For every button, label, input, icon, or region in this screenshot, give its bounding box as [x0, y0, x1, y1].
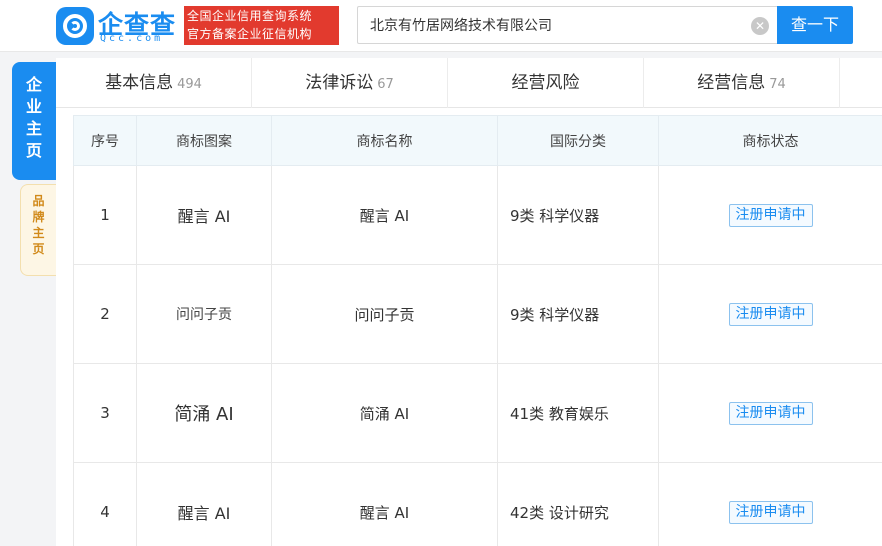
intl-class: 9类 科学仪器 [497, 264, 659, 364]
section-tabs: 基本信息 494 法律诉讼 67 经营风险 经营信息 74 [56, 58, 882, 108]
row-index: 4 [73, 462, 137, 546]
tab-basic-info[interactable]: 基本信息 494 [56, 58, 252, 108]
trademark-name: 问问子贡 [271, 264, 498, 364]
side-tab-brand-home-label: 品牌主页 [32, 194, 45, 256]
trademark-image[interactable]: 醒言 AI [136, 165, 272, 265]
row-index: 2 [73, 264, 137, 364]
header-mark-status: 商标状态 [658, 115, 882, 166]
table-row: 3 简涌 AI 简涌 AI 41类 教育娱乐 注册申请中 [73, 363, 882, 463]
table-row: 1 醒言 AI 醒言 AI 9类 科学仪器 注册申请中 [73, 165, 882, 265]
logo-icon [56, 7, 94, 45]
trademark-table: 序号 商标图案 商标名称 国际分类 商标状态 1 醒言 AI 醒言 AI 9类 … [73, 115, 882, 546]
main-content: 基本信息 494 法律诉讼 67 经营风险 经营信息 74 序号 商标图案 商标… [56, 58, 882, 546]
tab-label: 经营信息 [697, 73, 766, 93]
header-intl-class: 国际分类 [497, 115, 659, 166]
top-header: 企查查 Qcc.com 全国企业信用查询系统 官方备案企业征信机构 ✕ 查一下 [0, 0, 882, 52]
header-mark-image: 商标图案 [136, 115, 272, 166]
trademark-name: 醒言 AI [271, 462, 498, 546]
tab-business-risk[interactable]: 经营风险 [448, 58, 644, 108]
table-row: 4 醒言 AI 醒言 AI 42类 设计研究 注册申请中 [73, 462, 882, 546]
side-tab-company-home[interactable]: 企业主页 [12, 62, 56, 180]
slogan-banner: 全国企业信用查询系统 官方备案企业征信机构 [184, 6, 339, 45]
row-index: 1 [73, 165, 137, 265]
side-tab-brand-home[interactable]: 品牌主页 [20, 184, 56, 276]
tab-count: 494 [177, 77, 202, 92]
trademark-image-text: 醒言 AI [177, 504, 231, 523]
search-box: ✕ [357, 6, 777, 44]
status-cell: 注册申请中 [658, 363, 882, 463]
status-cell: 注册申请中 [658, 462, 882, 546]
tab-count: 74 [769, 77, 786, 92]
tab-label: 法律诉讼 [305, 73, 374, 93]
tab-count: 67 [377, 77, 394, 92]
intl-class: 9类 科学仪器 [497, 165, 659, 265]
intl-class: 41类 教育娱乐 [497, 363, 659, 463]
status-cell: 注册申请中 [658, 165, 882, 265]
row-index: 3 [73, 363, 137, 463]
trademark-image-text: 问问子贡 [176, 307, 232, 323]
slogan-line-2: 官方备案企业征信机构 [187, 27, 313, 41]
status-badge: 注册申请中 [728, 302, 813, 326]
trademark-name: 简涌 AI [271, 363, 498, 463]
header-mark-name: 商标名称 [271, 115, 498, 166]
status-badge: 注册申请中 [728, 401, 813, 425]
trademark-image-text: 简涌 AI [174, 404, 234, 425]
qcc-logo[interactable]: 企查查 Qcc.com [56, 6, 182, 46]
trademark-name: 醒言 AI [271, 165, 498, 265]
status-badge: 注册申请中 [728, 203, 813, 227]
tab-business-info[interactable]: 经营信息 74 [644, 58, 840, 108]
trademark-image[interactable]: 醒言 AI [136, 462, 272, 546]
page: 企查查 Qcc.com 全国企业信用查询系统 官方备案企业征信机构 ✕ 查一下 … [0, 0, 882, 546]
slogan-line-1: 全国企业信用查询系统 [187, 9, 313, 23]
clear-icon[interactable]: ✕ [751, 17, 769, 35]
trademark-image[interactable]: 问问子贡 [136, 264, 272, 364]
search-input[interactable] [370, 7, 740, 43]
logo-subtext: Qcc.com [100, 33, 164, 44]
table-header-row: 序号 商标图案 商标名称 国际分类 商标状态 [73, 115, 882, 166]
table-row: 2 问问子贡 问问子贡 9类 科学仪器 注册申请中 [73, 264, 882, 364]
status-badge: 注册申请中 [728, 500, 813, 524]
trademark-image[interactable]: 简涌 AI [136, 363, 272, 463]
trademark-image-text: 醒言 AI [177, 207, 231, 226]
tab-label: 基本信息 [105, 73, 174, 93]
intl-class: 42类 设计研究 [497, 462, 659, 546]
status-cell: 注册申请中 [658, 264, 882, 364]
header-index: 序号 [73, 115, 137, 166]
tab-legal[interactable]: 法律诉讼 67 [252, 58, 448, 108]
search-button[interactable]: 查一下 [777, 6, 853, 44]
tab-label: 经营风险 [511, 73, 580, 93]
side-tab-company-home-label: 企业主页 [25, 75, 42, 160]
